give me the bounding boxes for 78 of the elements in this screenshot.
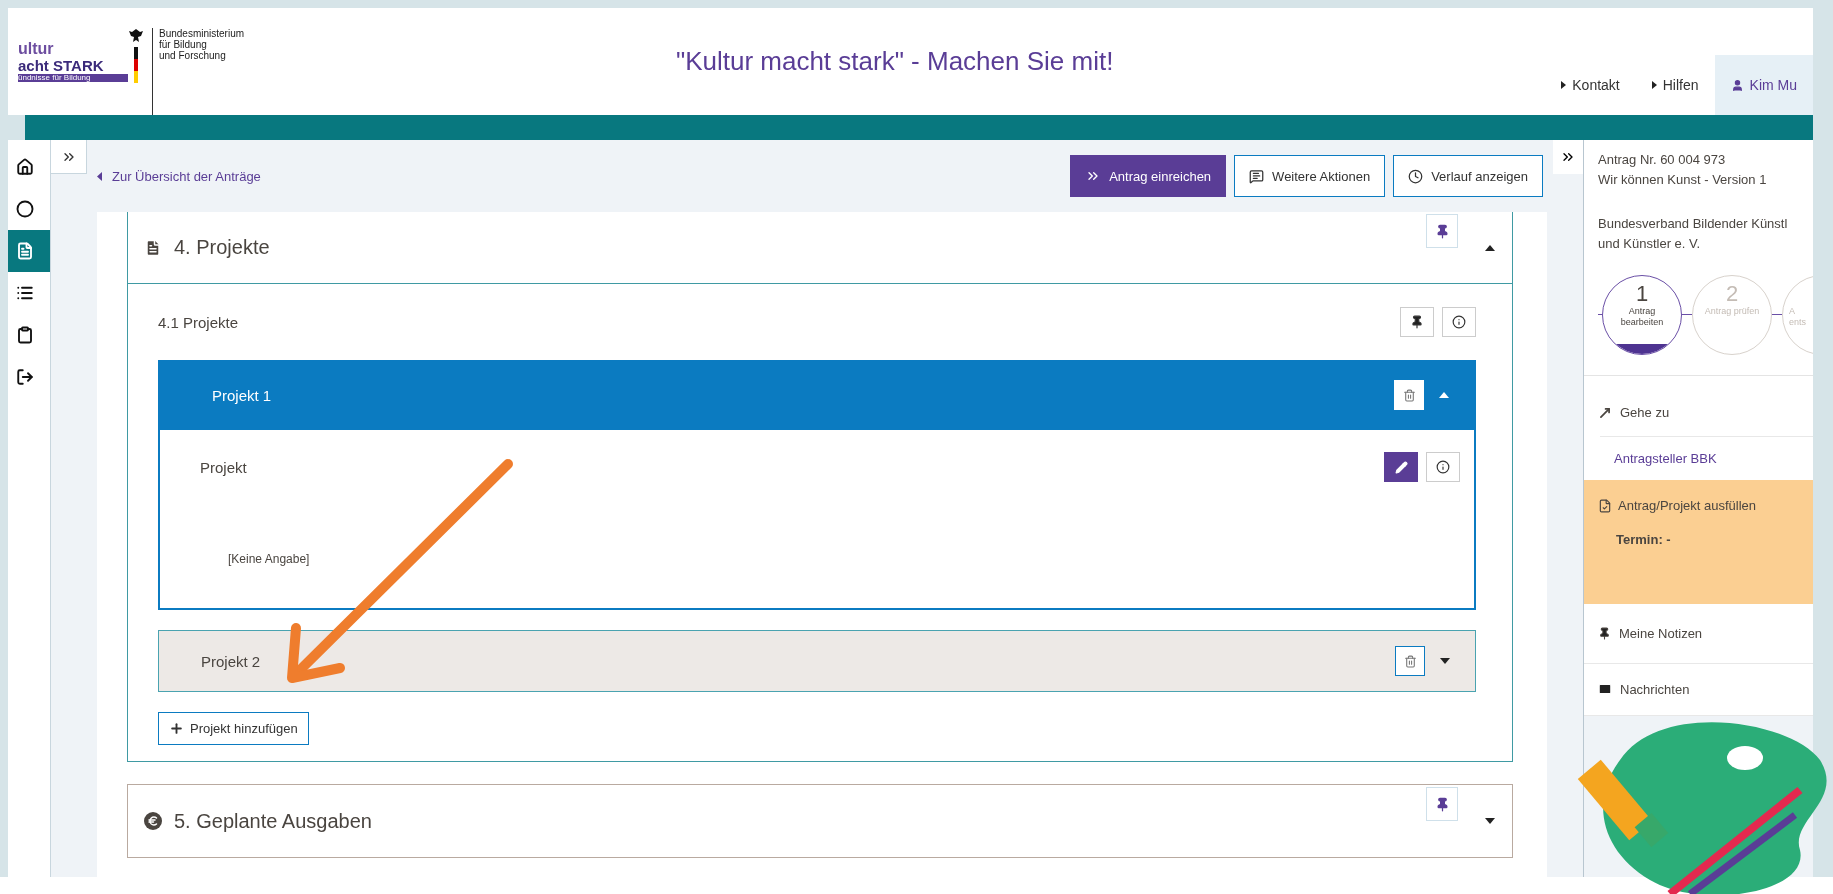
field-value: [Keine Angabe] bbox=[228, 552, 311, 566]
application-info: Antrag Nr. 60 004 973 bbox=[1598, 151, 1727, 169]
goto-link[interactable]: Antragsteller BBK bbox=[1600, 435, 1813, 480]
step-label: ents bbox=[1789, 317, 1806, 329]
task-title: Antrag/Projekt ausfüllen bbox=[1618, 496, 1757, 515]
delete-button[interactable] bbox=[1395, 646, 1425, 676]
info-button[interactable] bbox=[1426, 452, 1460, 482]
clipboard-icon[interactable] bbox=[16, 326, 34, 344]
edit-button[interactable] bbox=[1384, 452, 1418, 482]
project-title: Projekt 2 bbox=[201, 652, 262, 670]
pin-button[interactable] bbox=[1426, 787, 1458, 821]
section-title: 5. Geplante Ausgaben bbox=[174, 809, 373, 833]
goto-label: Gehe zu bbox=[1620, 405, 1670, 421]
organisation-name: Bundesverband Bildender Künstl bbox=[1598, 215, 1789, 234]
task-deadline: Termin: - bbox=[1615, 530, 1672, 549]
checklist-icon bbox=[1598, 498, 1612, 513]
flag-stripe-icon bbox=[134, 47, 138, 83]
section-title: 4. Projekte bbox=[174, 236, 271, 259]
pin-button[interactable] bbox=[1426, 214, 1458, 248]
step-label: bearbeiten bbox=[1620, 317, 1664, 330]
info-button[interactable] bbox=[1442, 307, 1476, 337]
plus-icon bbox=[169, 721, 184, 736]
eagle-icon bbox=[128, 28, 144, 44]
nav-link[interactable]: Hilfen bbox=[1635, 55, 1715, 115]
pin-icon bbox=[1598, 626, 1611, 640]
clock-icon bbox=[1408, 168, 1424, 184]
messages-link[interactable]: Nachrichten bbox=[1620, 681, 1690, 697]
page-title: "Kultur macht stark" - Machen Sie mit! bbox=[674, 45, 1115, 78]
notes-link[interactable]: Meine Notizen bbox=[1619, 625, 1703, 641]
step-label: A bbox=[1789, 305, 1795, 318]
home-icon[interactable] bbox=[16, 158, 34, 176]
add-project-button[interactable]: Projekt hinzufügen bbox=[158, 712, 309, 745]
ministry-text: und Forschung bbox=[159, 50, 227, 61]
organisation-name: und Künstler e. V. bbox=[1598, 235, 1702, 254]
logo-text: ündnisse für Bildung bbox=[18, 73, 128, 82]
project-title: Projekt 1 bbox=[212, 386, 273, 404]
pencil-icon bbox=[1394, 460, 1408, 474]
caret-icon[interactable] bbox=[1484, 243, 1496, 252]
field-label: Projekt bbox=[200, 458, 248, 476]
caret-icon[interactable] bbox=[1484, 817, 1496, 825]
info-icon bbox=[1452, 315, 1466, 329]
subsection-title: 4.1 Projekte bbox=[158, 313, 240, 331]
comment-icon bbox=[1249, 168, 1265, 184]
caret-icon[interactable] bbox=[1439, 657, 1451, 665]
step-number: 2 bbox=[1725, 281, 1739, 306]
nav-link[interactable]: Kontakt bbox=[1545, 55, 1636, 115]
caret-icon bbox=[1651, 81, 1657, 89]
step-label: Antrag bbox=[1628, 305, 1656, 318]
toolbar-button[interactable]: Verlauf anzeigen bbox=[1393, 155, 1543, 197]
pin-icon bbox=[1434, 223, 1450, 239]
circle-icon[interactable] bbox=[16, 200, 34, 218]
caret-icon bbox=[1561, 81, 1567, 89]
trash-icon bbox=[1403, 654, 1417, 668]
step-number: 1 bbox=[1635, 281, 1649, 306]
toolbar-button[interactable]: Weitere Aktionen bbox=[1234, 155, 1386, 197]
pin-icon bbox=[1410, 315, 1424, 329]
expand-panel-button[interactable] bbox=[1553, 140, 1583, 174]
application-info: Wir können Kunst - Version 1 bbox=[1598, 171, 1768, 190]
ministry-text: Bundesministerium bbox=[159, 28, 245, 39]
ministry-text: für Bildung bbox=[159, 39, 207, 50]
user-icon bbox=[1730, 78, 1744, 92]
document-icon bbox=[144, 238, 162, 257]
pin-icon bbox=[1434, 796, 1450, 812]
info-icon bbox=[1436, 460, 1450, 474]
euro-icon bbox=[144, 812, 162, 830]
arrow-icon bbox=[1598, 405, 1612, 420]
pin-button[interactable] bbox=[1400, 307, 1434, 337]
exit-icon[interactable] bbox=[16, 368, 34, 386]
back-link[interactable]: Zur Übersicht der Anträge bbox=[97, 168, 1063, 184]
trash-icon bbox=[1402, 388, 1416, 402]
logo-text: ultur bbox=[18, 41, 55, 58]
step-label: Antrag prüfen bbox=[1704, 305, 1760, 318]
toolbar-button[interactable]: Antrag einreichen bbox=[1070, 155, 1227, 197]
caret-icon bbox=[97, 171, 102, 181]
user-menu[interactable]: Kim Mu bbox=[1714, 55, 1813, 115]
logo-text: acht STARK bbox=[18, 57, 105, 74]
list-icon[interactable] bbox=[16, 284, 34, 302]
document-icon[interactable] bbox=[16, 242, 34, 260]
